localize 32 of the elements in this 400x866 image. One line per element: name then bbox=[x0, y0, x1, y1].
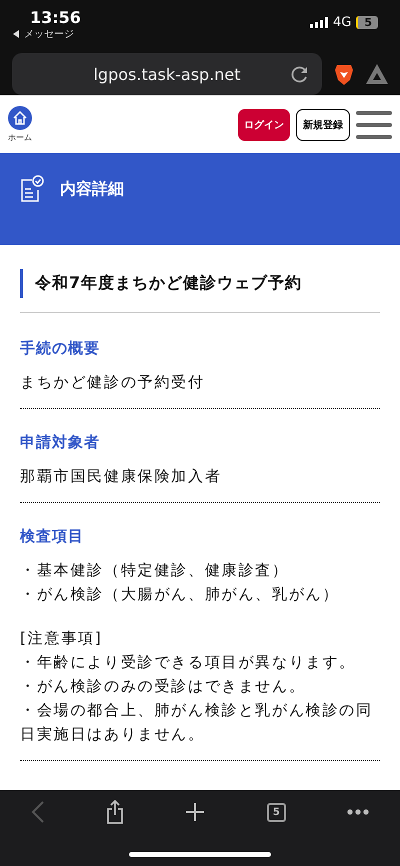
clock: 13:56 bbox=[30, 8, 81, 27]
reload-icon[interactable] bbox=[290, 64, 310, 84]
signal-icon bbox=[310, 17, 328, 28]
checked-document-icon bbox=[20, 175, 44, 203]
body-text: ・基本健診（特定健診、健康診査） bbox=[20, 560, 290, 581]
body-text: ・がん検診（大腸がん、肺がん、乳がん） bbox=[20, 584, 340, 605]
body-text: [注意事項] bbox=[20, 628, 104, 649]
home-icon[interactable] bbox=[8, 106, 32, 130]
share-icon[interactable] bbox=[106, 800, 124, 824]
page-title: 令和7年度まちかど健診ウェブ予約 bbox=[20, 269, 380, 298]
more-icon[interactable] bbox=[347, 809, 370, 815]
plus-icon[interactable] bbox=[185, 802, 206, 822]
register-button[interactable]: 新規登録 bbox=[296, 108, 350, 140]
home-label: ホーム bbox=[8, 132, 32, 143]
body-text: ・年齢により受診できる項目が異なります。 bbox=[20, 652, 357, 673]
back-app-link[interactable]: メッセージ bbox=[24, 27, 74, 41]
back-triangle-icon bbox=[12, 30, 20, 38]
section-heading: 申請対象者 bbox=[20, 433, 101, 452]
menu-icon[interactable] bbox=[356, 110, 392, 138]
battery-level: 5 bbox=[356, 16, 378, 29]
network-type: 4G bbox=[332, 15, 352, 30]
login-button[interactable]: ログイン bbox=[238, 108, 290, 140]
banner-title: 内容詳細 bbox=[60, 179, 124, 200]
address-bar[interactable]: lgpos.task-asp.net bbox=[12, 53, 322, 95]
body-text: ・がん検診のみの受診はできません。 bbox=[20, 676, 307, 697]
section-heading: 手続の概要 bbox=[20, 339, 101, 358]
triangle-icon[interactable] bbox=[366, 64, 388, 84]
tabs-button[interactable]: 5 bbox=[266, 802, 286, 822]
body-text: ・会場の都合上、肺がん検診と乳がん検診の同日実施日はありません。 bbox=[20, 700, 374, 745]
section-heading: 検査項目 bbox=[20, 527, 85, 546]
body-text: まちかど健診の予約受付 bbox=[20, 372, 206, 393]
body-text: 那覇市国民健康保険加入者 bbox=[20, 466, 223, 487]
